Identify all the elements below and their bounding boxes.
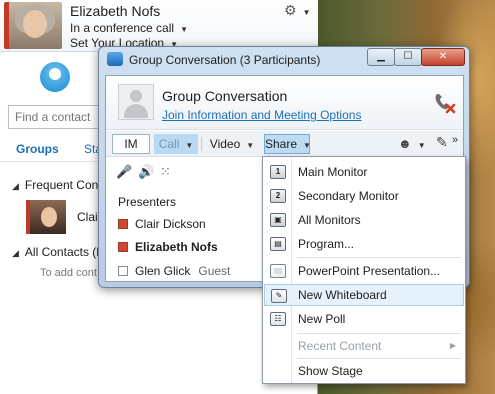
participant-row[interactable]: Elizabeth Nofs [118, 240, 218, 254]
chevron-down-icon: ▼ [303, 141, 311, 150]
video-label: Video [209, 137, 241, 151]
hang-up-icon[interactable] [432, 90, 456, 114]
expand-triangle-icon: ◢ [12, 248, 19, 258]
user-name: Elizabeth Nofs [70, 3, 161, 19]
share-button[interactable]: Share ▼ [264, 134, 311, 154]
chevron-down-icon: ▼ [180, 25, 188, 34]
menu-item-label: Show Stage [298, 364, 363, 378]
attach-button[interactable]: ✎ [436, 134, 448, 151]
contacts-icon[interactable] [40, 62, 70, 92]
poll-icon: ☷ [270, 312, 286, 326]
menu-item-label: All Monitors [298, 213, 361, 227]
conversation-header: Group Conversation Join Information and … [106, 76, 463, 130]
menu-item-label: PowerPoint Presentation... [298, 264, 441, 278]
status-menu[interactable]: In a conference call ▼ [70, 21, 188, 35]
user-header: Elizabeth Nofs In a conference call ▼ Set… [0, 0, 318, 52]
participant-name: Glen Glick [135, 264, 191, 278]
share-label: Share [265, 137, 298, 151]
menu-item-label: Recent Content [298, 339, 382, 353]
chevron-down-icon: ▼ [302, 8, 311, 17]
menu-item-label: New Poll [298, 312, 346, 326]
dialpad-icon[interactable]: ⁙ [160, 164, 171, 180]
menu-item-program[interactable]: ▤ Program... [264, 233, 464, 255]
submenu-arrow-icon: ▶ [449, 341, 456, 350]
join-info-link[interactable]: Join Information and Meeting Options [162, 108, 361, 122]
presenter-badge-icon [118, 219, 128, 229]
menu-item-label: Main Monitor [298, 165, 368, 179]
paperclip-icon: ✎ [436, 134, 448, 150]
conversation-name: Group Conversation [162, 88, 288, 104]
user-avatar[interactable] [4, 2, 62, 49]
menu-item-show-stage[interactable]: Show Stage [264, 360, 464, 382]
lync-app-icon [107, 52, 123, 66]
window-title: Group Conversation (3 Participants) [129, 53, 321, 67]
menu-item-new-whiteboard[interactable]: ✎ New Whiteboard [264, 284, 464, 306]
attendee-badge-icon [118, 266, 128, 276]
menu-item-label: New Whiteboard [298, 288, 387, 302]
people-options-button[interactable]: ☻ ▼ [398, 136, 426, 151]
options-button[interactable]: ⚙ ▼ [284, 2, 314, 18]
powerpoint-icon [270, 264, 286, 278]
menu-item-label: Secondary Monitor [298, 189, 399, 203]
menu-item-secondary-monitor[interactable]: 2 Secondary Monitor [264, 185, 464, 207]
minimize-button[interactable]: ▁ [367, 48, 395, 66]
chevron-down-icon: ▼ [185, 141, 194, 150]
participant-name: Clair Dickson [135, 217, 206, 231]
group-frequent-contacts[interactable]: ◢ Frequent Cont [12, 178, 102, 192]
share-menu: 1 Main Monitor 2 Secondary Monitor ▣ All… [262, 156, 466, 384]
guest-label: Guest [198, 264, 231, 278]
im-button[interactable]: IM [112, 134, 150, 154]
tab-groups[interactable]: Groups [16, 142, 59, 156]
gear-icon: ⚙ [284, 2, 297, 18]
people-icon: ☻ [398, 136, 412, 151]
menu-separator [297, 333, 461, 334]
participant-name: Elizabeth Nofs [135, 240, 218, 254]
whiteboard-icon: ✎ [271, 289, 287, 303]
audio-controls: 🎤 🔊 ⁙ [106, 158, 266, 186]
contact-avatar[interactable] [26, 200, 66, 234]
monitor-2-icon: 2 [270, 189, 286, 203]
menu-separator [297, 257, 461, 258]
menu-item-main-monitor[interactable]: 1 Main Monitor [264, 161, 464, 183]
chevron-down-icon: ▼ [246, 141, 255, 150]
expand-triangle-icon: ◢ [12, 181, 19, 191]
more-options-button[interactable]: » [452, 134, 458, 146]
maximize-button[interactable]: ☐ [394, 48, 422, 66]
conversation-toolbar: IM Call ▼ Video ▼ Share ▼ ☻ ▼ ✎ » [106, 131, 463, 157]
add-contact-hint: To add cont [40, 267, 97, 279]
menu-item-recent-content: Recent Content ▶ [264, 335, 464, 357]
call-button[interactable]: Call ▼ [154, 134, 198, 154]
participant-row[interactable]: Clair Dickson [118, 217, 206, 231]
group-all-contacts[interactable]: ◢ All Contacts (N [12, 245, 105, 259]
all-monitors-icon: ▣ [270, 213, 286, 227]
participant-placeholder-avatar [118, 84, 154, 120]
group-label: Frequent Cont [24, 178, 102, 192]
speaker-icon[interactable]: 🔊 [138, 164, 154, 180]
menu-separator [297, 358, 461, 359]
group-label: All Contacts (N [24, 245, 105, 259]
menu-item-all-monitors[interactable]: ▣ All Monitors [264, 209, 464, 231]
presenters-label: Presenters [118, 195, 177, 209]
participant-row[interactable]: Glen Glick Guest [118, 264, 230, 278]
menu-item-label: Program... [298, 237, 355, 251]
monitor-1-icon: 1 [270, 165, 286, 179]
program-icon: ▤ [270, 237, 286, 251]
microphone-icon[interactable]: 🎤 [116, 164, 132, 180]
menu-item-new-poll[interactable]: ☷ New Poll [264, 308, 464, 330]
call-label: Call [158, 137, 180, 151]
menu-item-powerpoint[interactable]: PowerPoint Presentation... [264, 260, 464, 282]
chevron-down-icon: ▼ [417, 141, 426, 150]
video-button[interactable]: Video ▼ [204, 134, 260, 154]
presenter-badge-icon [118, 242, 128, 252]
close-button[interactable]: ✕ [421, 48, 465, 66]
status-text: In a conference call [70, 21, 175, 35]
conversation-titlebar[interactable]: Group Conversation (3 Participants) ▁ ☐ … [99, 47, 469, 71]
